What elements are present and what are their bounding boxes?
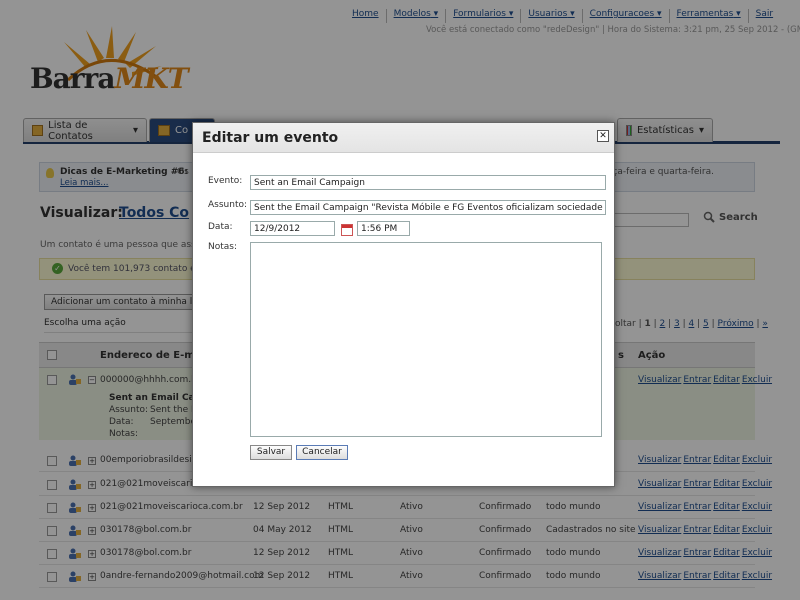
evento-input[interactable]: Sent an Email Campaign — [250, 175, 606, 190]
time-input[interactable]: 1:56 PM — [357, 221, 410, 236]
cancel-button[interactable]: Cancelar — [296, 445, 348, 460]
calendar-icon[interactable] — [341, 224, 353, 236]
evento-label: Evento: — [208, 176, 243, 186]
assunto-input[interactable]: Sent the Email Campaign "Revista Móbile … — [250, 200, 606, 215]
data-label: Data: — [208, 222, 233, 232]
assunto-label: Assunto: — [208, 200, 248, 210]
notes-textarea[interactable] — [250, 242, 602, 437]
notas-label: Notas: — [208, 242, 238, 252]
dialog-title: Editar um evento — [202, 130, 339, 146]
save-button[interactable]: Salvar — [250, 445, 292, 460]
dialog-header: Editar um evento ✕ — [193, 123, 614, 153]
close-icon[interactable]: ✕ — [597, 130, 609, 142]
edit-event-dialog: Editar um evento ✕ Evento: Sent an Email… — [192, 122, 615, 487]
date-input[interactable]: 12/9/2012 — [250, 221, 335, 236]
